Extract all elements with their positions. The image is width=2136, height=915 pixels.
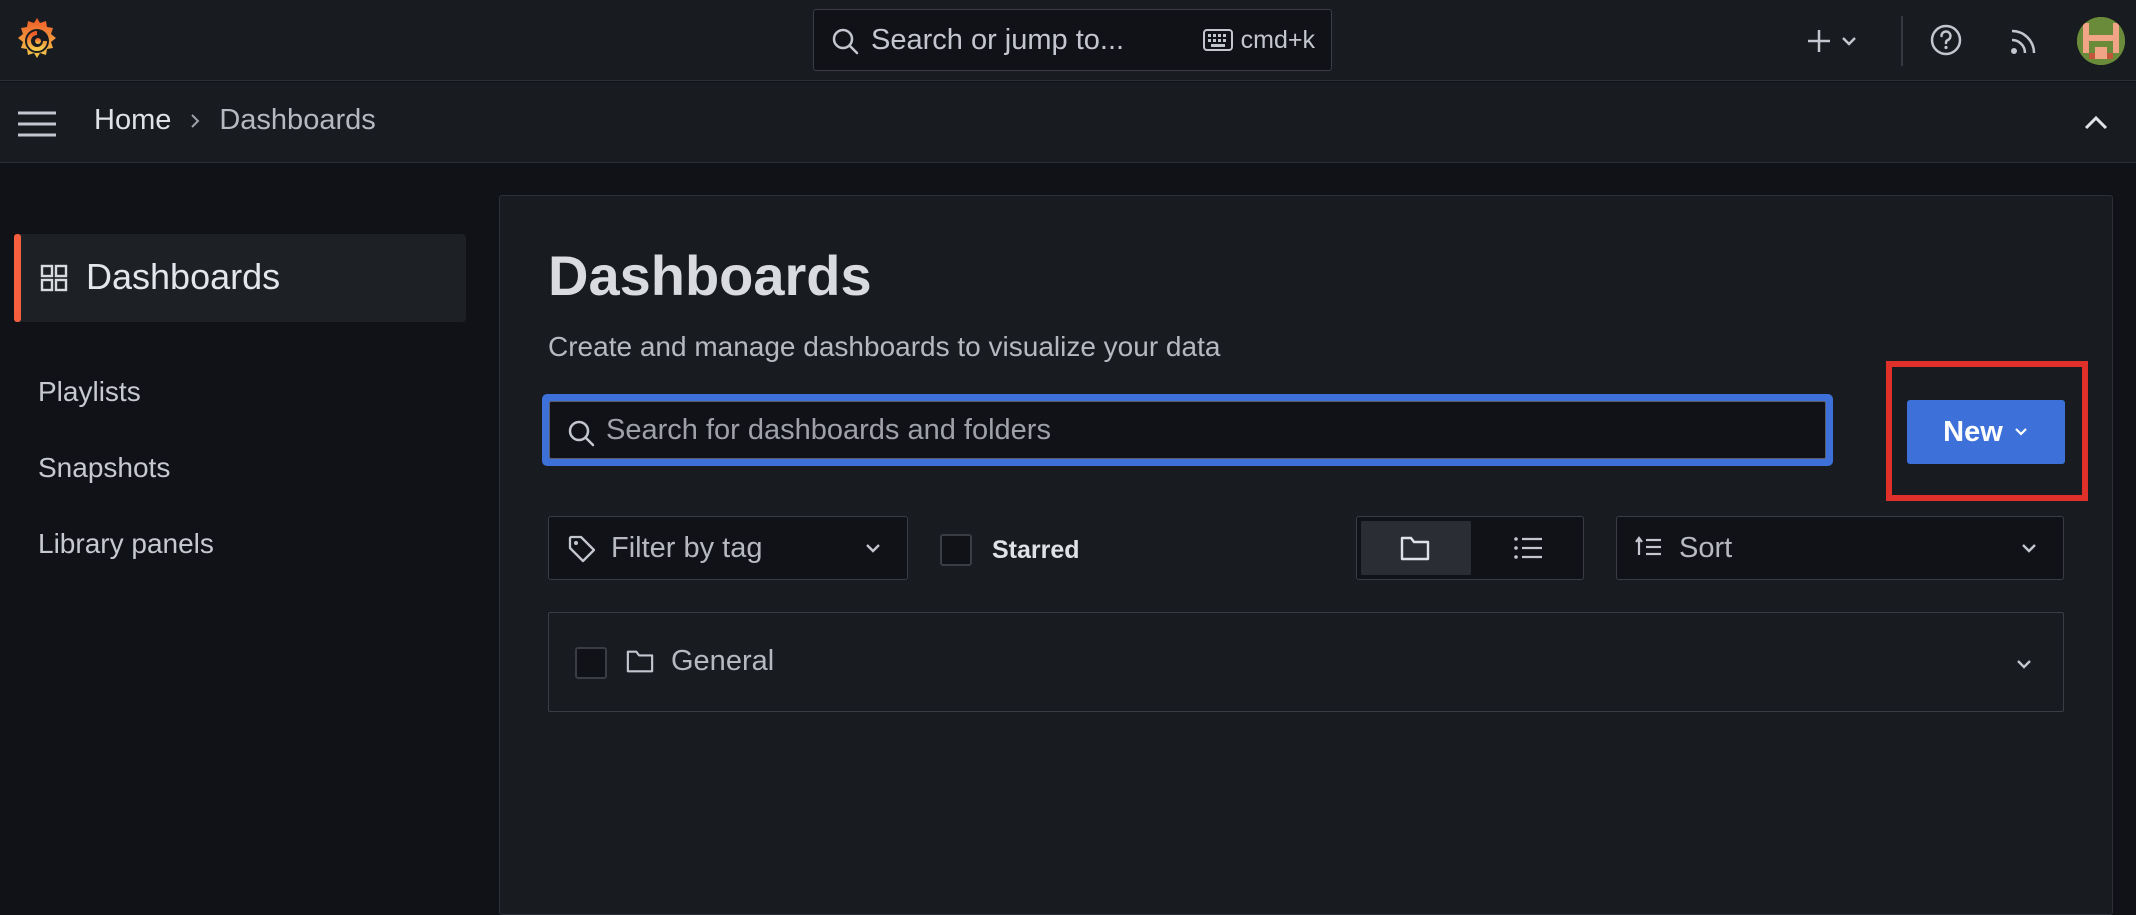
list-icon [1514, 537, 1542, 559]
chevron-down-icon [1842, 37, 1856, 46]
folder-name: General [671, 645, 775, 677]
folder-icon [626, 650, 654, 673]
search-icon [568, 420, 595, 447]
breadcrumb-current: Dashboards [219, 104, 376, 136]
dashboard-search-input[interactable] [606, 402, 1806, 458]
global-search-placeholder: Search or jump to... [871, 23, 1125, 56]
sidebar-item-dashboards[interactable]: Dashboards [14, 234, 466, 322]
filter-by-tag-select[interactable]: Filter by tag [548, 516, 908, 580]
sidebar-item-library-panels[interactable]: Library panels [38, 528, 214, 560]
folder-icon [1400, 536, 1430, 561]
section-sidebar: Dashboards Playlists Snapshots Library p… [0, 164, 480, 894]
keyboard-icon [1202, 29, 1233, 51]
hamburger-menu-icon[interactable] [16, 110, 58, 138]
chevron-down-icon [866, 544, 880, 553]
rss-news-icon[interactable] [2008, 25, 2040, 57]
plus-icon [1808, 30, 1830, 52]
folder-row-general[interactable]: General [548, 612, 2064, 712]
filter-by-tag-label: Filter by tag [611, 532, 763, 564]
tag-icon [568, 535, 596, 563]
dashboard-search [542, 394, 1833, 466]
user-avatar[interactable] [2077, 17, 2125, 65]
grafana-logo-icon[interactable] [12, 15, 62, 65]
starred-checkbox[interactable] [940, 534, 972, 566]
sidebar-item-label: Dashboards [86, 256, 281, 297]
sort-label: Sort [1679, 532, 1733, 564]
topbar-divider [1901, 16, 1903, 66]
new-button[interactable]: New [1907, 400, 2065, 464]
global-search-input[interactable]: Search or jump to... cmd+k [813, 9, 1332, 71]
breadcrumb-bar: Home Dashboards [0, 82, 2136, 163]
active-indicator [14, 234, 21, 322]
shortcut-label: cmd+k [1240, 25, 1315, 54]
list-view-button[interactable] [1475, 521, 1579, 575]
chevron-down-icon [2015, 428, 2027, 436]
page-title: Dashboards [548, 244, 872, 307]
search-shortcut: cmd+k [1202, 25, 1315, 55]
starred-filter[interactable]: Starred [940, 534, 1080, 566]
new-button-label: New [1943, 415, 2003, 448]
folder-checkbox[interactable] [575, 647, 607, 679]
breadcrumb-home[interactable]: Home [94, 104, 171, 137]
top-navigation-bar: Search or jump to... cmd+k [0, 0, 2136, 81]
sort-select[interactable]: Sort [1616, 516, 2064, 580]
sidebar-item-playlists[interactable]: Playlists [38, 376, 141, 408]
starred-label: Starred [992, 535, 1080, 564]
chevron-up-icon[interactable] [2082, 113, 2110, 133]
page-subtitle: Create and manage dashboards to visualiz… [548, 331, 1221, 362]
folder-view-button[interactable] [1361, 521, 1471, 575]
chevron-down-icon[interactable] [2015, 657, 2033, 671]
sort-icon [1635, 536, 1661, 556]
search-icon [832, 28, 859, 55]
add-new-button[interactable] [1804, 22, 1870, 60]
view-mode-toggle [1356, 516, 1584, 580]
chevron-right-icon [191, 113, 200, 128]
breadcrumb: Home Dashboards [94, 104, 376, 137]
chevron-down-icon [2022, 544, 2036, 553]
avatar-image [2077, 17, 2125, 65]
sidebar-item-snapshots[interactable]: Snapshots [38, 452, 170, 484]
apps-grid-icon [40, 264, 68, 292]
help-icon[interactable] [1929, 23, 1963, 57]
dashboard-search-box [549, 401, 1826, 459]
